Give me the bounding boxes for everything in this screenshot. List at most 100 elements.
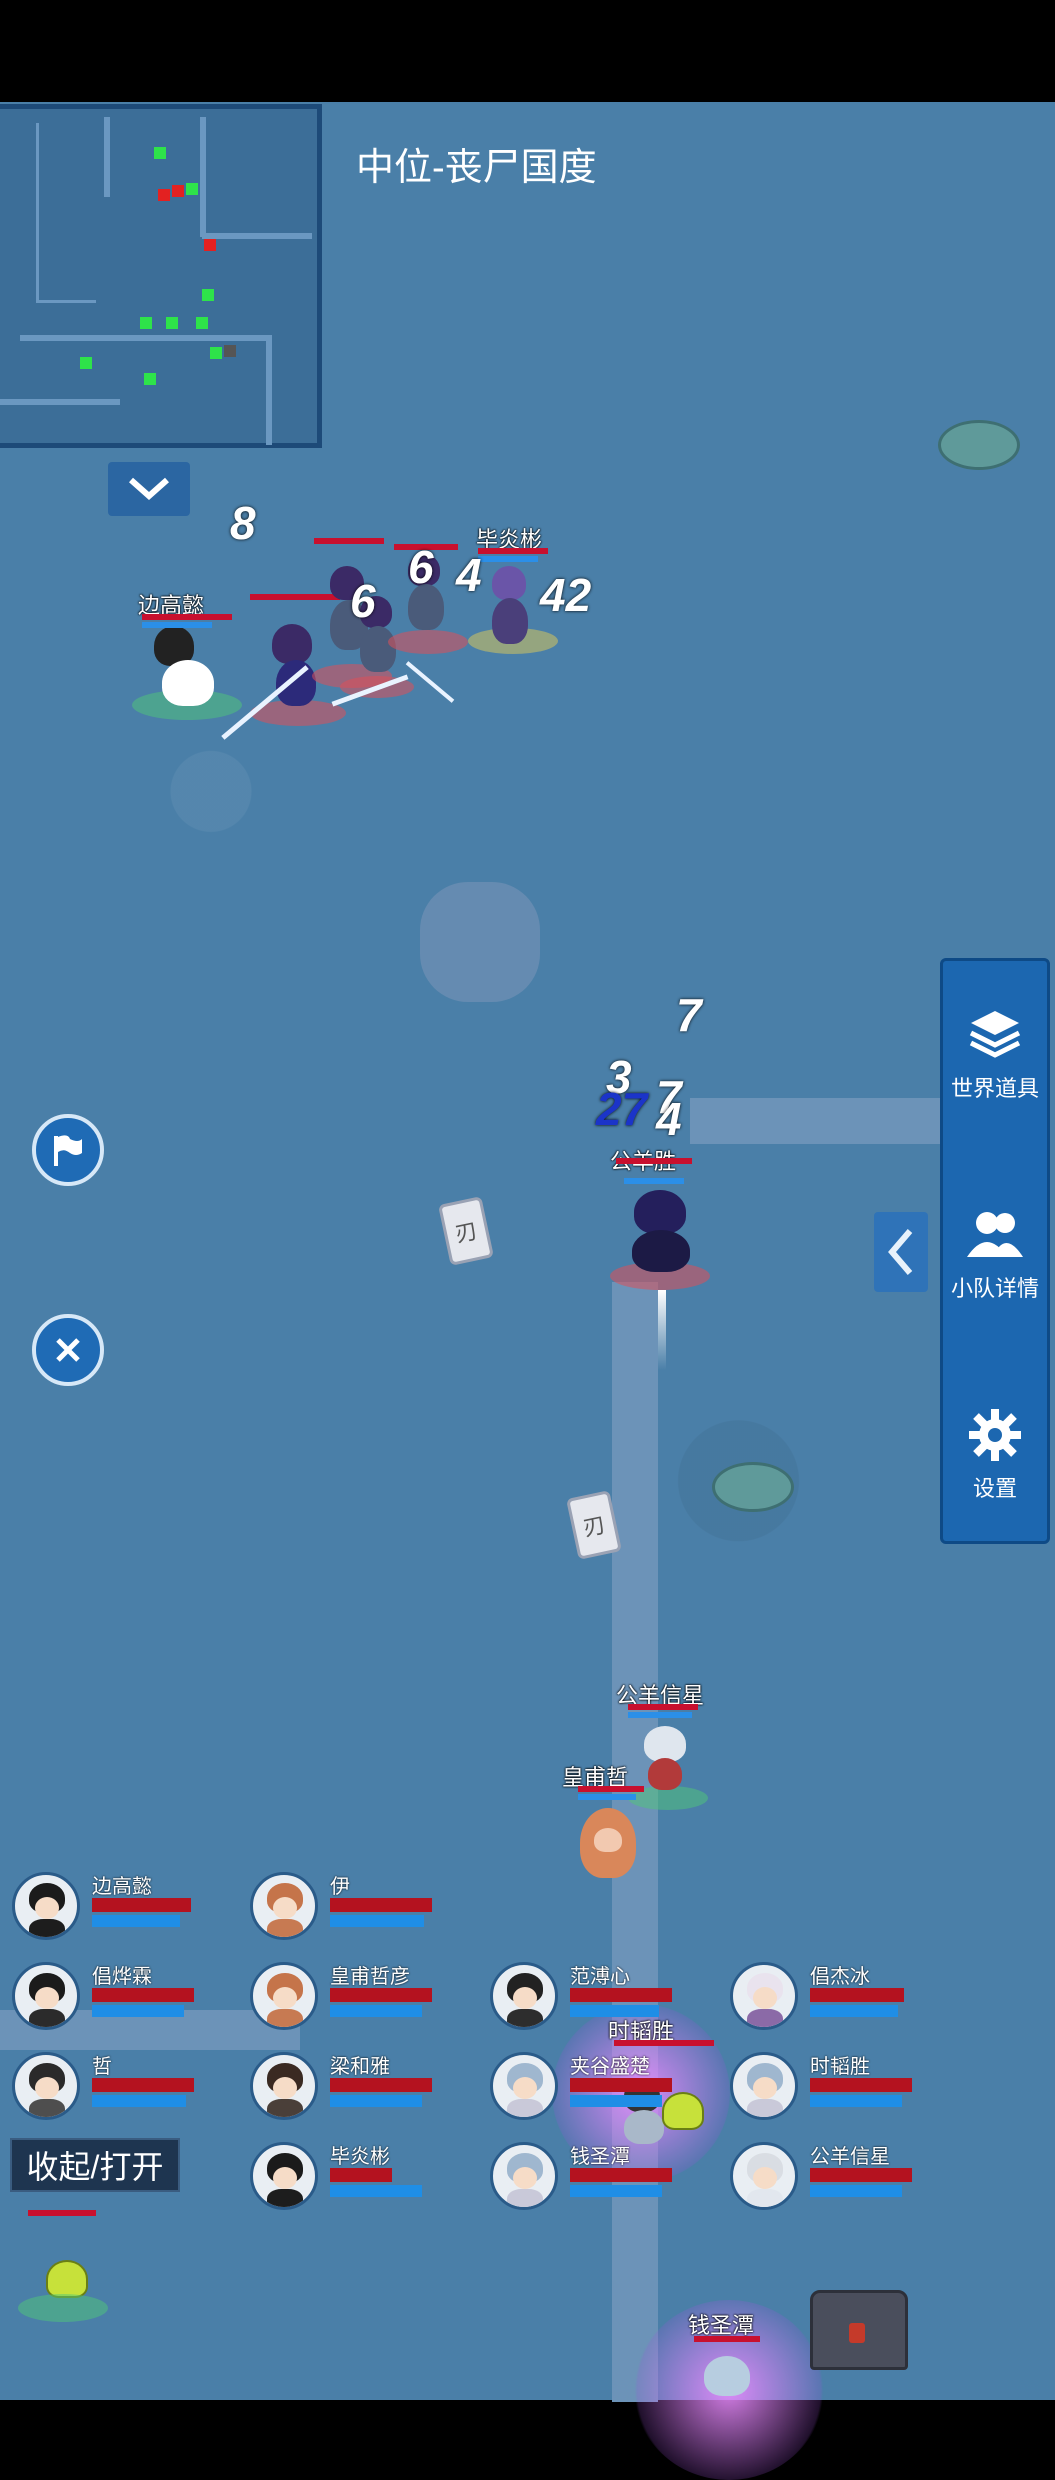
minimap-wall bbox=[202, 233, 312, 239]
team-member-mp-bar bbox=[330, 2095, 422, 2107]
team-member-name: 公羊信星 bbox=[810, 2146, 890, 2168]
team-member-mp-bar bbox=[810, 2095, 902, 2107]
close-button[interactable] bbox=[32, 1314, 104, 1386]
avatar bbox=[250, 1872, 318, 1940]
team-member-name: 皇甫哲彦 bbox=[330, 1966, 410, 1988]
hero-huangfu-zhe[interactable] bbox=[576, 1806, 640, 1890]
team-member-slot[interactable]: 边高懿 bbox=[12, 1868, 244, 1946]
team-member-hp-bar bbox=[330, 2168, 392, 2182]
minimap-wall bbox=[20, 335, 270, 341]
damage-number: 7 bbox=[676, 989, 702, 1041]
team-details-button[interactable]: 小队详情 bbox=[943, 1207, 1047, 1303]
minimap[interactable] bbox=[0, 104, 322, 448]
chest-lock bbox=[849, 2323, 865, 2343]
minimap-ally-marker bbox=[166, 317, 178, 329]
team-member-hp-bar bbox=[330, 1988, 432, 2002]
team-member-slot[interactable]: 倡烨霖 bbox=[12, 1958, 244, 2036]
rock-cluster bbox=[420, 882, 540, 1002]
team-member-hp-bar bbox=[92, 1988, 194, 2002]
treasure-chest[interactable] bbox=[810, 2290, 908, 2370]
world-items-button[interactable]: 世界道具 bbox=[943, 1007, 1047, 1103]
unit-mp-bar bbox=[578, 1794, 636, 1800]
avatar bbox=[12, 2052, 80, 2120]
team-member-name: 梁和雅 bbox=[330, 2056, 390, 2078]
chevron-left-icon bbox=[888, 1229, 913, 1275]
hero-gongyang-xingxing[interactable] bbox=[636, 1722, 696, 1792]
hero-dark-knight[interactable] bbox=[618, 1186, 708, 1276]
avatar bbox=[730, 2052, 798, 2120]
team-member-mp-bar bbox=[570, 2185, 662, 2197]
minimap-wall bbox=[200, 117, 206, 237]
team-member-slot[interactable]: 毕炎彬 bbox=[250, 2138, 482, 2216]
minimap-wall bbox=[0, 399, 120, 405]
settings-label: 设置 bbox=[972, 1476, 1017, 1501]
minimap-ally-marker bbox=[80, 357, 92, 369]
side-panel: 世界道具 小队详情 设置 bbox=[940, 958, 1050, 1544]
damage-number: 4 bbox=[656, 1093, 682, 1145]
team-member-slot[interactable]: 倡杰冰 bbox=[730, 1958, 962, 2036]
avatar bbox=[490, 2142, 558, 2210]
enemy-hp-bar bbox=[314, 538, 384, 544]
world-items-label: 世界道具 bbox=[950, 1076, 1039, 1101]
team-member-name: 毕炎彬 bbox=[330, 2146, 390, 2168]
damage-number: 42 bbox=[540, 569, 592, 621]
damage-number-crit: 27 bbox=[596, 1083, 648, 1135]
team-member-slot[interactable]: 伊 bbox=[250, 1868, 482, 1946]
team-member-slot[interactable]: 梁和雅 bbox=[250, 2048, 482, 2126]
team-member-hp-bar bbox=[570, 2168, 672, 2182]
unit-shadow bbox=[18, 2294, 108, 2322]
minimap-ally-marker bbox=[202, 289, 214, 301]
team-member-hp-bar bbox=[330, 1898, 432, 1912]
map-title: 中位-丧尸国度 bbox=[356, 147, 597, 189]
avatar bbox=[250, 1962, 318, 2030]
team-member-slot[interactable]: 夹谷盛楚 bbox=[490, 2048, 722, 2126]
team-member-slot[interactable]: 哲 bbox=[12, 2048, 244, 2126]
roster-toggle-button[interactable]: 收起/打开 bbox=[10, 2138, 180, 2192]
minimap-enemy-marker bbox=[158, 189, 170, 201]
damage-number: 8 bbox=[230, 497, 256, 549]
team-member-hp-bar bbox=[92, 1898, 191, 1912]
hero-qian-shengtan[interactable] bbox=[698, 2352, 756, 2400]
team-member-name: 范溥心 bbox=[570, 1966, 630, 1988]
unit-mp-bar bbox=[628, 1712, 692, 1718]
side-panel-toggle[interactable] bbox=[874, 1212, 928, 1292]
team-member-name: 钱圣潭 bbox=[570, 2146, 630, 2168]
minimap-collapse-button[interactable] bbox=[108, 462, 190, 516]
team-member-slot[interactable]: 范溥心 bbox=[490, 1958, 722, 2036]
flag-button[interactable] bbox=[32, 1114, 104, 1186]
team-member-hp-bar bbox=[92, 2078, 194, 2092]
minimap-ally-marker bbox=[210, 347, 222, 359]
team-member-slot[interactable]: 时韬胜 bbox=[730, 2048, 962, 2126]
avatar bbox=[490, 2052, 558, 2120]
settings-button[interactable]: 设置 bbox=[943, 1407, 1047, 1503]
unit-hp-bar bbox=[628, 1704, 698, 1710]
team-member-hp-bar bbox=[810, 1988, 904, 2002]
minimap-ally-marker bbox=[186, 183, 198, 195]
team-member-mp-bar bbox=[810, 2185, 902, 2197]
team-member-mp-bar bbox=[810, 2005, 898, 2017]
unit-mp-bar bbox=[142, 622, 212, 628]
team-member-name: 夹谷盛楚 bbox=[570, 2056, 650, 2078]
team-member-hp-bar bbox=[570, 2078, 672, 2092]
team-member-hp-bar bbox=[810, 2078, 912, 2092]
hero-bian-gao-yi[interactable] bbox=[140, 620, 230, 710]
team-member-slot[interactable]: 公羊信星 bbox=[730, 2138, 962, 2216]
unit-hp-bar bbox=[614, 2040, 714, 2046]
avatar bbox=[730, 2142, 798, 2210]
minimap-neutral-marker bbox=[224, 345, 236, 357]
damage-number: 6 bbox=[408, 541, 434, 593]
unit-hp-bar bbox=[28, 2210, 96, 2216]
team-member-slot[interactable]: 皇甫哲彦 bbox=[250, 1958, 482, 2036]
damage-number: 4 bbox=[456, 549, 482, 601]
slime-monster[interactable] bbox=[46, 2260, 88, 2298]
unit-hp-bar bbox=[616, 1158, 692, 1164]
team-details-label: 小队详情 bbox=[950, 1276, 1039, 1301]
minimap-enemy-marker bbox=[172, 185, 184, 197]
tree-stump bbox=[712, 1462, 794, 1512]
team-member-name: 边高懿 bbox=[92, 1876, 152, 1898]
minimap-ally-marker bbox=[144, 373, 156, 385]
team-member-slot[interactable]: 钱圣潭 bbox=[490, 2138, 722, 2216]
unit-hp-bar bbox=[142, 614, 232, 620]
hero-bi-yan-bin[interactable] bbox=[480, 560, 540, 650]
team-member-name: 哲 bbox=[92, 2056, 112, 2078]
